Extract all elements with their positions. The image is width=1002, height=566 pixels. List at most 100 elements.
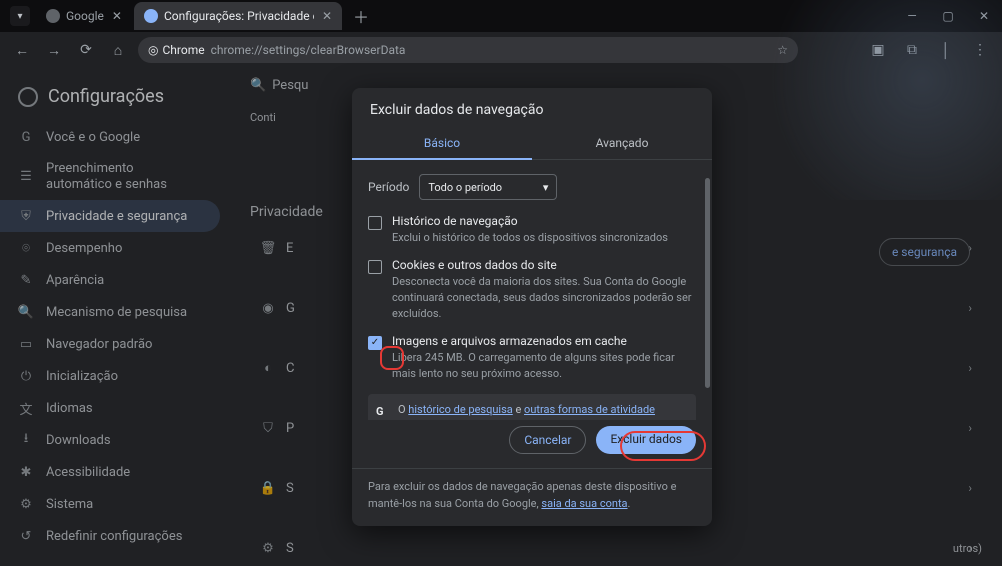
google-info-box: G O histórico de pesquisa e outras forma… <box>368 394 696 420</box>
close-icon[interactable]: ✕ <box>322 9 332 23</box>
chevron-right-icon: › <box>968 361 972 375</box>
maximize-icon[interactable]: ▢ <box>930 0 966 32</box>
settings-icon: ⚙ <box>260 540 276 556</box>
sidebar-item-languages[interactable]: 文Idiomas <box>0 392 220 424</box>
favicon-icon <box>144 9 158 23</box>
sidebar-item-privacy[interactable]: ⛨Privacidade e segurança <box>0 200 220 232</box>
period-label: Período <box>368 180 409 194</box>
sidebar-item-startup[interactable]: ⏻Inicialização <box>0 360 220 392</box>
url-text: chrome://settings/clearBrowserData <box>211 43 406 57</box>
sidebar-item-system[interactable]: ⚙Sistema <box>0 488 220 520</box>
download-icon: ⭳ <box>18 432 34 448</box>
dialog-body: Período Todo o período ▾ Histórico de na… <box>352 160 712 420</box>
cancel-button[interactable]: Cancelar <box>509 426 586 454</box>
reset-icon: ↺ <box>18 528 34 544</box>
security-chip[interactable]: e segurança <box>879 238 970 266</box>
checkbox-desc: Desconecta você da maioria dos sites. Su… <box>392 274 696 322</box>
checkbox-title: Imagens e arquivos armazenados em cache <box>392 334 696 348</box>
toolbar: ← → ⟳ ⌂ ◎ Chrome chrome://settings/clear… <box>0 32 1002 68</box>
dialog-footer-note: Para excluir os dados de navegação apena… <box>352 468 712 526</box>
lock-icon: 🔒 <box>260 480 276 496</box>
search-icon: 🔍 <box>18 304 34 320</box>
divider-icon: │ <box>934 38 958 62</box>
favicon-icon <box>46 9 60 23</box>
bookmark-icon[interactable]: ☆ <box>777 43 788 57</box>
google-icon: G <box>376 404 384 420</box>
sidebar-item-autofill[interactable]: ☰Preenchimento automático e senhas <box>0 153 220 200</box>
checkbox-title: Histórico de navegação <box>392 214 668 228</box>
checkbox-cache[interactable]: ✓ <box>368 336 382 350</box>
sidebar-item-appearance[interactable]: ✎Aparência <box>0 264 220 296</box>
clear-data-dialog: Excluir dados de navegação Básico Avança… <box>352 88 712 526</box>
menu-icon[interactable]: ⋮ <box>968 38 992 62</box>
sidebar-item-reset[interactable]: ↺Redefinir configurações <box>0 520 220 552</box>
sidebar-item-downloads[interactable]: ⭳Downloads <box>0 424 220 456</box>
chevron-right-icon: › <box>968 481 972 495</box>
autofill-icon: ☰ <box>18 169 34 185</box>
dialog-actions: Cancelar Excluir dados <box>352 420 712 468</box>
reload-icon[interactable]: ⟳ <box>74 38 98 62</box>
tab-label: Google <box>66 9 104 23</box>
new-tab-button[interactable]: ＋ <box>350 5 372 27</box>
minimize-icon[interactable]: ― <box>894 0 930 32</box>
chrome-chip: ◎ Chrome <box>148 43 205 57</box>
address-bar[interactable]: ◎ Chrome chrome://settings/clearBrowserD… <box>138 37 798 63</box>
scrollbar[interactable] <box>705 178 710 388</box>
close-window-icon[interactable]: ✕ <box>966 0 1002 32</box>
list-item[interactable]: ⚙S›utros) <box>250 530 982 566</box>
checkbox-history[interactable] <box>368 216 382 230</box>
person-icon: G <box>18 129 34 145</box>
chevron-right-icon: › <box>968 421 972 435</box>
privacy-icon: ⛉ <box>260 420 276 436</box>
power-icon: ⏻ <box>18 368 34 384</box>
tab-label: Configurações: Privacidade e s <box>164 9 314 23</box>
sidebar-item-default-browser[interactable]: ▭Navegador padrão <box>0 328 220 360</box>
shield-icon: ⛨ <box>18 208 34 224</box>
close-icon[interactable]: ✕ <box>112 9 122 23</box>
tab-settings[interactable]: Configurações: Privacidade e s ✕ <box>134 2 342 30</box>
sidebar-item-search[interactable]: 🔍Mecanismo de pesquisa <box>0 296 220 328</box>
back-icon[interactable]: ← <box>10 38 34 62</box>
gear-icon <box>18 87 38 107</box>
checkbox-row-history: Histórico de navegação Exclui o históric… <box>368 214 696 246</box>
trash-icon: 🗑 <box>260 240 276 256</box>
language-icon: 文 <box>18 400 34 416</box>
dialog-title: Excluir dados de navegação <box>352 88 712 128</box>
chevron-right-icon: › <box>968 301 972 315</box>
link-other-activity[interactable]: outras formas de atividade <box>524 403 655 416</box>
link-sign-out[interactable]: saia da sua conta <box>541 497 627 510</box>
checkbox-desc: Libera 245 MB. O carregamento de alguns … <box>392 350 696 382</box>
sidebar-item-accessibility[interactable]: ✱Acessibilidade <box>0 456 220 488</box>
clear-data-button[interactable]: Excluir dados <box>596 426 696 454</box>
checkbox-title: Cookies e outros dados do site <box>392 258 696 272</box>
checkbox-cookies[interactable] <box>368 260 382 274</box>
checkbox-desc: Exclui o histórico de todos os dispositi… <box>392 230 668 246</box>
tab-bar: ▾ Google ✕ Configurações: Privacidade e … <box>0 0 1002 32</box>
tab-dropdown-icon[interactable]: ▾ <box>10 6 30 26</box>
page-title: Configurações <box>48 86 164 107</box>
dialog-tabs: Básico Avançado <box>352 128 712 160</box>
browser-icon: ▭ <box>18 336 34 352</box>
tab-google[interactable]: Google ✕ <box>36 2 132 30</box>
sidebar: Configurações GVocê e o Google ☰Preenchi… <box>0 68 230 540</box>
home-icon[interactable]: ⌂ <box>106 38 130 62</box>
link-search-history[interactable]: histórico de pesquisa <box>408 403 512 416</box>
forward-icon[interactable]: → <box>42 38 66 62</box>
chevron-down-icon: ▾ <box>543 181 549 194</box>
settings-header: Configurações <box>0 78 230 121</box>
camera-icon[interactable]: ▣ <box>866 38 890 62</box>
system-icon: ⚙ <box>18 496 34 512</box>
speed-icon: ⌾ <box>18 240 34 256</box>
tab-advanced[interactable]: Avançado <box>532 128 712 160</box>
period-row: Período Todo o período ▾ <box>368 174 696 200</box>
tab-basic[interactable]: Básico <box>352 128 532 160</box>
checkbox-row-cache: ✓ Imagens e arquivos armazenados em cach… <box>368 334 696 382</box>
extensions-icon[interactable]: ⧉ <box>900 38 924 62</box>
accessibility-icon: ✱ <box>18 464 34 480</box>
sidebar-item-you-google[interactable]: GVocê e o Google <box>0 121 220 153</box>
sidebar-item-performance[interactable]: ⌾Desempenho <box>0 232 220 264</box>
brush-icon: ✎ <box>18 272 34 288</box>
cookie-icon: ◐ <box>260 360 276 376</box>
globe-icon: ◉ <box>260 300 276 316</box>
period-select[interactable]: Todo o período ▾ <box>419 174 557 200</box>
